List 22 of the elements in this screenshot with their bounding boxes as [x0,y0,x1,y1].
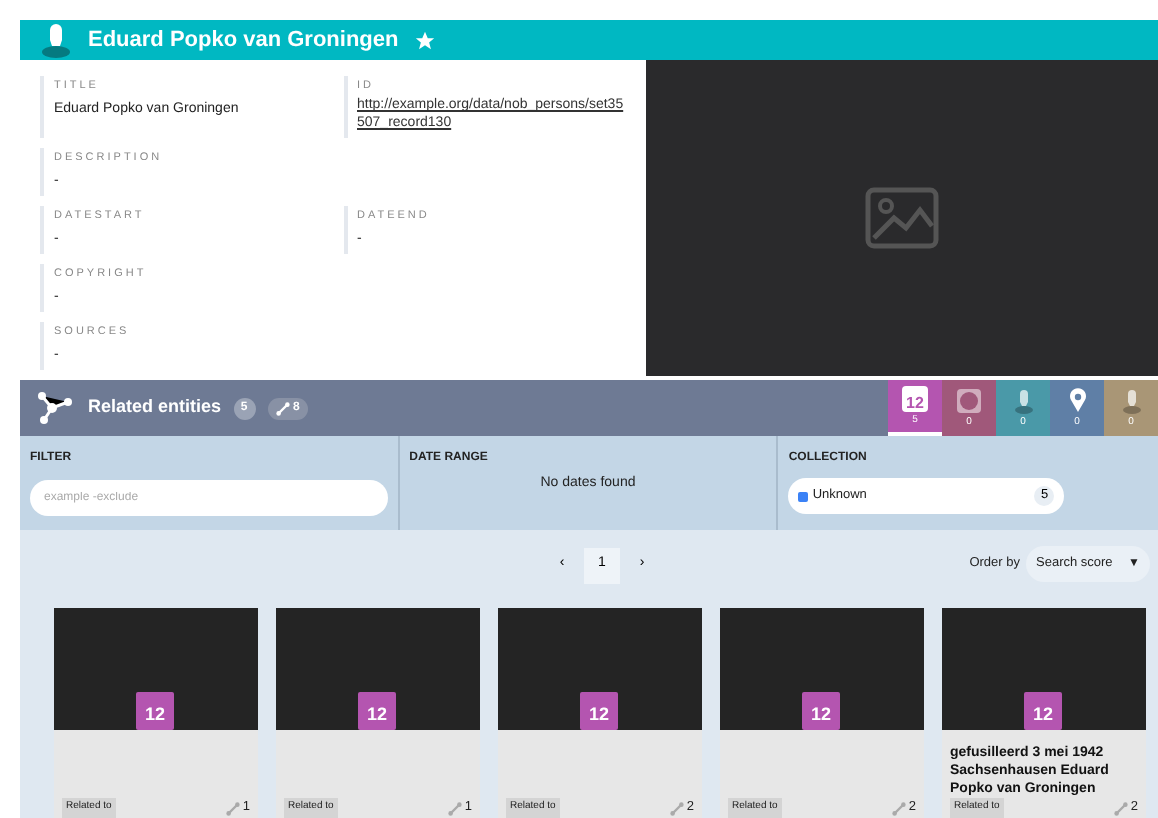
calendar-icon: 12 [902,386,928,412]
record-title: Eduard Popko van Groningen [88,25,399,56]
calendar-icon: 12 [358,692,396,730]
object-icon [956,388,982,414]
link-icon [226,801,241,816]
network-icon [36,392,72,424]
link-icon [275,401,290,415]
person-icon [1121,388,1141,414]
calendar-icon: 12 [580,692,618,730]
link-icon [892,801,907,816]
image-icon [864,186,940,250]
calendar-icon: 12 [1024,692,1062,730]
pin-icon [1067,388,1087,414]
link-icon [448,801,463,816]
link-icon [1114,801,1129,816]
person-icon [1013,388,1033,414]
section-title: Related entities [88,394,222,421]
star-icon[interactable] [414,29,437,51]
checkbox[interactable] [798,491,809,501]
calendar-icon: 12 [136,692,174,730]
link-icon [670,801,685,816]
calendar-icon: 12 [802,692,840,730]
